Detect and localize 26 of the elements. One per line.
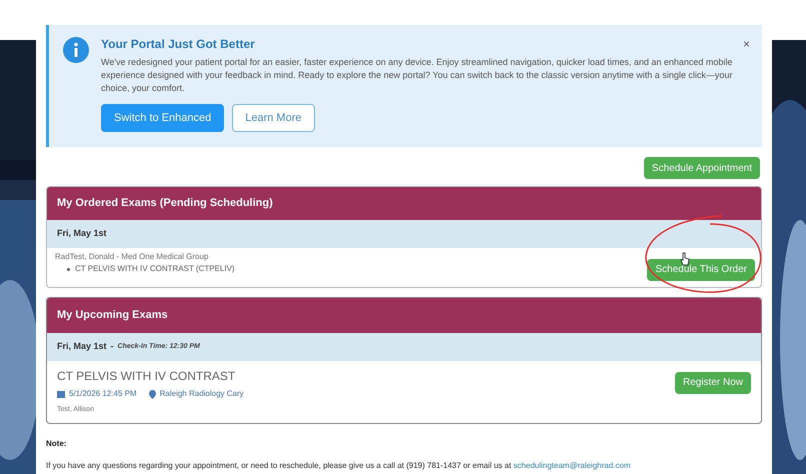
card-header: My Upcoming Exams xyxy=(47,298,761,333)
info-icon xyxy=(63,37,89,63)
cursor-icon xyxy=(680,252,690,266)
note-label: Note: xyxy=(46,438,68,450)
register-button[interactable]: Register Now xyxy=(674,372,751,394)
location-pin-icon xyxy=(148,390,156,398)
card-header: My Ordered Exams (Pending Scheduling) xyxy=(47,187,761,220)
exam-name: CT PELVIS WITH IV CONTRAST (CTPELIV) xyxy=(75,263,235,275)
banner-message: We've redesigned your patient portal for an easier, faster experience on any device. Enjoy streamlined navigation, quicker load times, and an enhanced mobile experience designed with your feedback in mind. Ready to explore the new portal? You can switch back to the classic version anytime with a single click—your choice, your comfort. xyxy=(101,56,734,95)
schedule-order-button[interactable]: Schedule This Order xyxy=(647,258,755,280)
exam-location: Raleigh Radiology Cary xyxy=(160,388,244,400)
separator-text: - xyxy=(110,340,114,354)
provider-text: RadTest, Donald - Med One Medical Group xyxy=(55,251,210,263)
date-label: Fri, May 1st xyxy=(57,340,107,354)
date-label: Fri, May 1st xyxy=(57,227,107,240)
bullet-icon xyxy=(67,268,70,270)
exam-datetime: 5/1/2026 12:45 PM xyxy=(69,388,137,400)
exam-title: CT PELVIS WITH IV CONTRAST xyxy=(57,368,236,385)
calendar-icon xyxy=(57,390,65,398)
close-button[interactable]: × xyxy=(742,35,750,53)
note-text: If you have any questions regarding your appointment, or need to reschedule, please give us a call at (919) 781-1437 or email us at schedulingteam@raleighrad.com xyxy=(46,460,632,472)
schedule-appointment-button[interactable]: Schedule Appointment xyxy=(644,157,760,179)
banner-title: Your Portal Just Got Better xyxy=(101,36,255,53)
learn-more-button[interactable]: Learn More xyxy=(232,104,314,132)
email-link[interactable]: schedulingteam@raleighrad.com xyxy=(513,461,630,470)
switch-button[interactable]: Switch to Enhanced xyxy=(101,104,224,132)
